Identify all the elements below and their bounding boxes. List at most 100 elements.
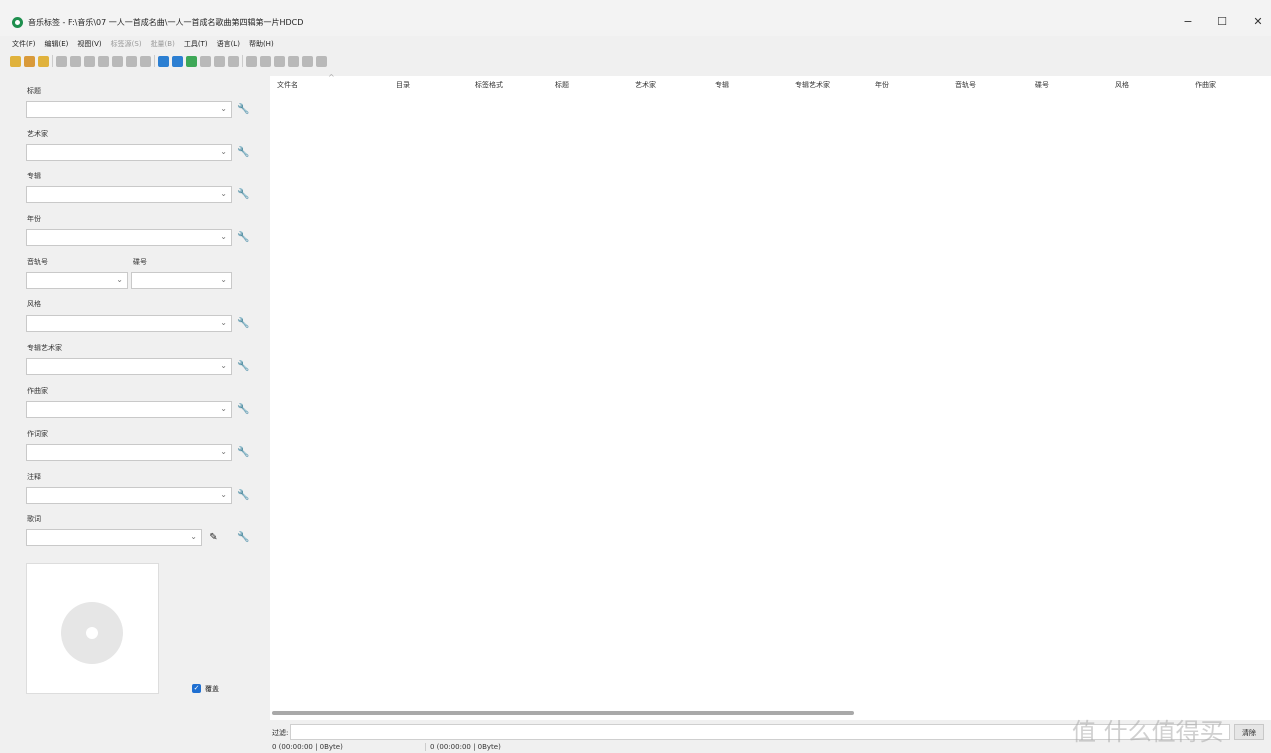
- open-folder-icon[interactable]: [10, 55, 21, 67]
- comment-label: 注释: [27, 473, 41, 481]
- menu-edit[interactable]: 编辑(E): [45, 39, 69, 51]
- column-header-album-artist[interactable]: 专辑艺术家: [795, 80, 830, 90]
- convert-icon[interactable]: [214, 55, 225, 67]
- cover-art[interactable]: [26, 563, 159, 694]
- composer-label: 作曲家: [27, 387, 48, 395]
- chevron-down-icon[interactable]: ⌄: [220, 490, 227, 499]
- chevron-down-icon[interactable]: ⌄: [220, 318, 227, 327]
- lyricist-combo[interactable]: ⌄: [26, 444, 232, 461]
- chevron-down-icon[interactable]: ⌄: [220, 447, 227, 456]
- chevron-down-icon[interactable]: ⌄: [220, 232, 227, 241]
- maximize-button[interactable]: ☐: [1212, 14, 1232, 30]
- album-artist-wrench-icon[interactable]: 🔧: [236, 359, 251, 374]
- track-label: 音轨号: [27, 258, 48, 266]
- year-wrench-icon[interactable]: 🔧: [236, 230, 251, 245]
- album-artist-label: 专辑艺术家: [27, 344, 62, 352]
- refresh-icon[interactable]: [140, 55, 151, 67]
- column-header-year[interactable]: 年份: [875, 80, 889, 90]
- column-header-tag-format[interactable]: 标签格式: [475, 80, 503, 90]
- app-logo-icon: [12, 17, 23, 28]
- album-label: 专辑: [27, 172, 41, 180]
- composer-combo[interactable]: ⌄: [26, 401, 232, 418]
- genre-wrench-icon[interactable]: 🔧: [236, 316, 251, 331]
- menu-tag-source[interactable]: 标签源(S): [111, 39, 142, 51]
- album-artist-combo[interactable]: ⌄: [26, 358, 232, 375]
- lyrics-label: 歌词: [27, 515, 41, 523]
- status-selected: 0 (00:00:00 | 0Byte): [272, 743, 343, 751]
- album-combo[interactable]: ⌄: [26, 186, 232, 203]
- play-icon[interactable]: [302, 55, 313, 67]
- menu-view[interactable]: 视图(V): [77, 39, 101, 51]
- export-icon[interactable]: [228, 55, 239, 67]
- column-header-filename[interactable]: 文件名: [277, 80, 298, 90]
- column-header-title[interactable]: 标题: [555, 80, 569, 90]
- menu-bar: 文件(F) 编辑(E) 视图(V) 标签源(S) 批量(B) 工具(T) 语言(…: [12, 39, 274, 51]
- column-header-genre[interactable]: 风格: [1115, 80, 1129, 90]
- menu-batch[interactable]: 批量(B): [151, 39, 175, 51]
- batch-icon[interactable]: [200, 55, 211, 67]
- file-list[interactable]: ^ 文件名 目录 标签格式 标题 艺术家 专辑 专辑艺术家 年份 音轨号 碟号 …: [270, 73, 1271, 720]
- tag-icon[interactable]: [126, 55, 137, 67]
- cut-icon[interactable]: [246, 55, 257, 67]
- edit-icon[interactable]: [112, 55, 123, 67]
- artist-wrench-icon[interactable]: 🔧: [236, 145, 251, 160]
- column-header-composer[interactable]: 作曲家: [1195, 80, 1216, 90]
- chevron-down-icon[interactable]: ⌄: [220, 104, 227, 113]
- copy-icon[interactable]: [260, 55, 271, 67]
- chevron-down-icon[interactable]: ⌄: [220, 361, 227, 370]
- title-label: 标题: [27, 87, 41, 95]
- column-header-album[interactable]: 专辑: [715, 80, 729, 90]
- minimize-button[interactable]: −: [1178, 14, 1198, 30]
- comment-combo[interactable]: ⌄: [26, 487, 232, 504]
- rename-icon[interactable]: [98, 55, 109, 67]
- album-wrench-icon[interactable]: 🔧: [236, 187, 251, 202]
- menu-file[interactable]: 文件(F): [12, 39, 36, 51]
- lyrics-wrench-icon[interactable]: 🔧: [236, 530, 251, 545]
- menu-tools[interactable]: 工具(T): [184, 39, 208, 51]
- undo-icon[interactable]: [84, 55, 95, 67]
- chevron-down-icon[interactable]: ⌄: [220, 404, 227, 413]
- year-label: 年份: [27, 215, 41, 223]
- composer-wrench-icon[interactable]: 🔧: [236, 402, 251, 417]
- comment-wrench-icon[interactable]: 🔧: [236, 488, 251, 503]
- lyrics-edit-icon[interactable]: ✎: [206, 530, 221, 545]
- title-combo[interactable]: ⌄: [26, 101, 232, 118]
- list-view-icon[interactable]: [158, 55, 169, 67]
- grid-view-icon[interactable]: [172, 55, 183, 67]
- horizontal-scrollbar[interactable]: [272, 711, 854, 715]
- lyrics-combo[interactable]: ⌄: [26, 529, 202, 546]
- toolbar-separator: [52, 55, 53, 67]
- menu-language[interactable]: 语言(L): [217, 39, 240, 51]
- lyricist-wrench-icon[interactable]: 🔧: [236, 445, 251, 460]
- close-button[interactable]: ✕: [1248, 14, 1268, 30]
- settings-icon[interactable]: [316, 55, 327, 67]
- column-header-directory[interactable]: 目录: [396, 80, 410, 90]
- chevron-down-icon[interactable]: ⌄: [220, 189, 227, 198]
- year-combo[interactable]: ⌄: [26, 229, 232, 246]
- save-icon[interactable]: [56, 55, 67, 67]
- filter-clear-button[interactable]: 清除: [1234, 724, 1264, 740]
- delete-icon[interactable]: [70, 55, 81, 67]
- chevron-down-icon[interactable]: ⌄: [220, 275, 227, 284]
- add-files-icon[interactable]: [38, 55, 49, 67]
- disc-combo[interactable]: ⌄: [131, 272, 232, 289]
- artist-combo[interactable]: ⌄: [26, 144, 232, 161]
- add-folder-icon[interactable]: [24, 55, 35, 67]
- toolbar-separator: [154, 55, 155, 67]
- title-wrench-icon[interactable]: 🔧: [236, 102, 251, 117]
- chevron-down-icon[interactable]: ⌄: [190, 532, 197, 541]
- column-header-disc[interactable]: 碟号: [1035, 80, 1049, 90]
- column-header-track[interactable]: 音轨号: [955, 80, 976, 90]
- column-header-artist[interactable]: 艺术家: [635, 80, 656, 90]
- filter-icon[interactable]: [288, 55, 299, 67]
- tag-source-icon[interactable]: [186, 55, 197, 67]
- paste-icon[interactable]: [274, 55, 285, 67]
- genre-combo[interactable]: ⌄: [26, 315, 232, 332]
- chevron-down-icon[interactable]: ⌄: [220, 147, 227, 156]
- track-combo[interactable]: ⌄: [26, 272, 128, 289]
- chevron-down-icon[interactable]: ⌄: [116, 275, 123, 284]
- menu-help[interactable]: 帮助(H): [249, 39, 274, 51]
- overwrite-checkbox[interactable]: ✓: [192, 684, 201, 693]
- sort-arrow-icon: ^: [328, 73, 335, 82]
- disc-placeholder-icon: [61, 602, 123, 664]
